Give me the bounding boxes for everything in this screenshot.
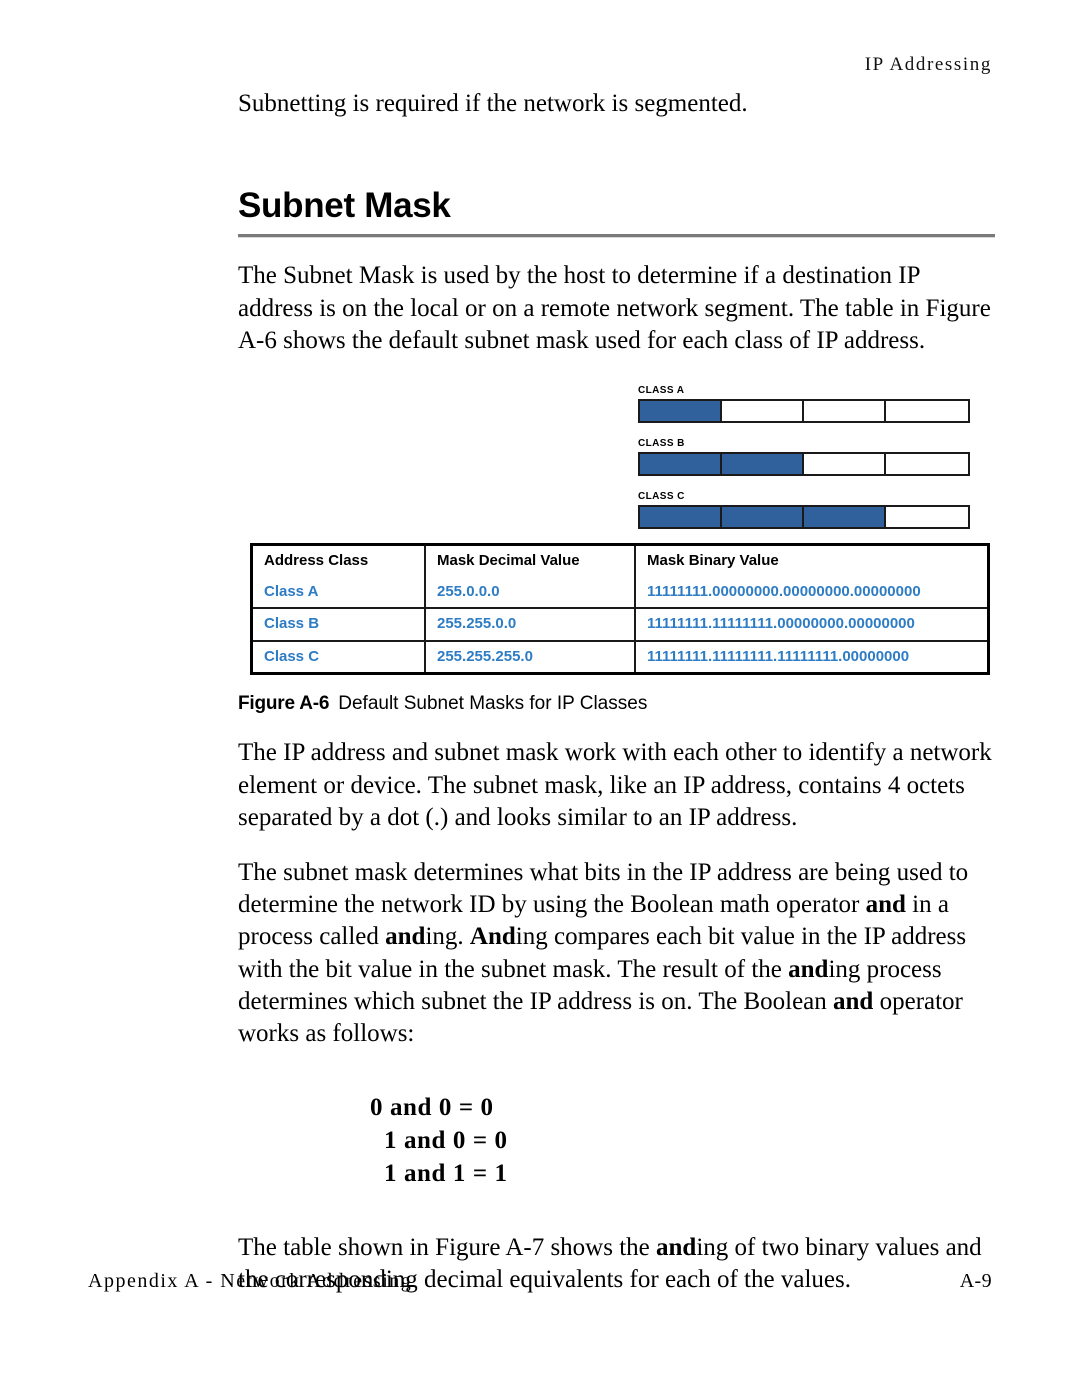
octet-segment: [722, 507, 804, 528]
class-label-a: CLASS A: [638, 385, 685, 397]
boolean-rule-line: 1 and 1 = 1: [384, 1159, 508, 1187]
cell-address-class: Class A: [251, 576, 426, 609]
cell-mask-decimal: 255.0.0.0: [425, 576, 636, 609]
subnet-mask-table: Address Class Mask Decimal Value Mask Bi…: [250, 543, 990, 676]
figure-caption-text: Default Subnet Masks for IP Classes: [338, 693, 648, 715]
figure-a6: CLASS A CLASS B CLASS C Address Class Ma…: [238, 385, 995, 685]
class-group-a: CLASS A: [638, 385, 970, 424]
octet-segment: [886, 401, 968, 422]
anding-emphasis-2: and: [385, 923, 426, 951]
heading-divider: [238, 234, 995, 239]
column-header-address-class: Address Class: [251, 544, 426, 577]
octet-bar-class-a: [638, 399, 970, 424]
boolean-rules-block: 0 and 0 = 0 1 and 0 = 0 1 and 1 = 1: [238, 1091, 995, 1190]
cell-mask-binary: 11111111.00000000.00000000.00000000: [647, 582, 921, 600]
octet-bar-class-b: [638, 452, 970, 477]
octet-segment: [722, 454, 804, 475]
anding-emphasis-5: and: [833, 988, 874, 1015]
octet-bar-class-c: [638, 505, 970, 530]
octets-paragraph: The IP address and subnet mask work with…: [238, 739, 992, 832]
table-row: Class B 255.255.0.0 11111111.11111111.00…: [251, 607, 989, 641]
figure-caption: Figure A-6 Default Subnet Masks for IP Cl…: [238, 693, 995, 715]
class-group-b: CLASS B: [638, 438, 970, 477]
cell-mask-decimal: 255.255.255.0: [425, 639, 636, 674]
final-text-1: The table shown in Figure A-7 shows the: [238, 1233, 657, 1261]
octet-segment: [804, 507, 886, 528]
octet-segment: [722, 401, 804, 422]
anding-emphasis-1: and: [865, 890, 906, 918]
anding-text-1: The subnet mask determines what bits in …: [238, 858, 969, 918]
table-row: Class A 255.0.0.0 11111111.00000000.0000…: [251, 576, 989, 609]
boolean-rule-line: 0 and 0 = 0: [370, 1093, 494, 1121]
cell-mask-binary: 11111111.11111111.11111111.00000000: [635, 639, 989, 674]
octet-segment: [886, 454, 968, 475]
octet-segment: [640, 454, 722, 475]
octet-segment: [640, 401, 722, 422]
class-group-c: CLASS C: [638, 491, 970, 530]
octet-segment: [640, 507, 722, 528]
anding-text-3: ing.: [425, 923, 470, 951]
table-header-row: Address Class Mask Decimal Value Mask Bi…: [251, 544, 989, 577]
octet-segment: [804, 454, 886, 475]
figure-caption-label: Figure A-6: [238, 693, 330, 715]
boolean-rule-line: 1 and 0 = 0: [384, 1126, 508, 1154]
final-emphasis-1: and: [656, 1233, 697, 1261]
cell-address-class: Class B: [251, 607, 426, 641]
lead-paragraph: Subnetting is required if the network is…: [238, 90, 748, 117]
anding-emphasis-4: and: [788, 955, 829, 983]
footer-page-number: A-9: [959, 1270, 992, 1292]
class-label-c: CLASS C: [638, 491, 685, 503]
footer-chapter-label: Appendix A - Network Addressing: [88, 1270, 413, 1292]
page-footer: Appendix A - Network Addressing A-9: [88, 1270, 992, 1293]
cell-address-class: Class C: [251, 639, 426, 674]
class-label-b: CLASS B: [638, 438, 685, 450]
page-title: Subnet Mask: [238, 185, 451, 225]
cell-mask-decimal: 255.255.0.0: [425, 607, 636, 641]
octet-segment: [886, 507, 968, 528]
octet-segment: [804, 401, 886, 422]
column-header-mask-binary: Mask Binary Value: [647, 552, 779, 570]
anding-emphasis-3: And: [469, 923, 516, 951]
section-intro-paragraph: The Subnet Mask is used by the host to d…: [238, 262, 991, 354]
anding-paragraph: The subnet mask determines what bits in …: [238, 857, 995, 1051]
cell-mask-binary: 11111111.11111111.00000000.00000000: [635, 607, 989, 641]
page-content: Subnetting is required if the network is…: [238, 88, 995, 1297]
column-header-mask-decimal: Mask Decimal Value: [425, 544, 636, 577]
class-bar-diagram: CLASS A CLASS B CLASS C: [638, 385, 970, 530]
table-row: Class C 255.255.255.0 11111111.11111111.…: [251, 639, 989, 674]
running-head: IP Addressing: [864, 54, 992, 75]
